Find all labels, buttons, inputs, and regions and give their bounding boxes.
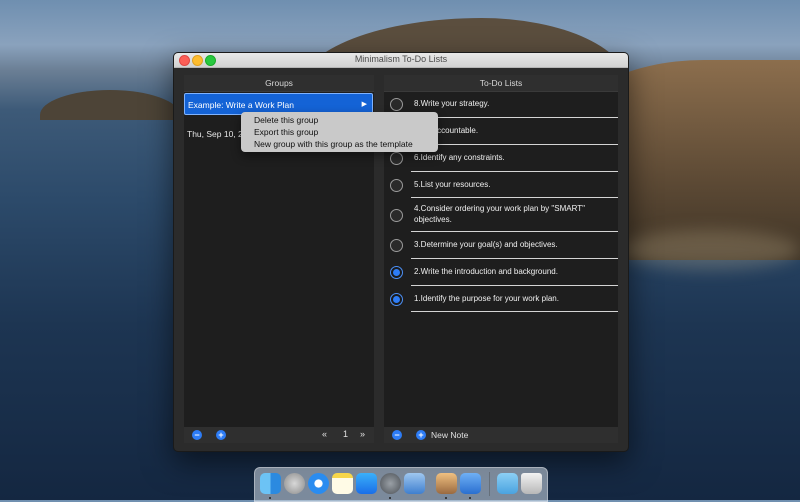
groups-header: Groups [184,75,374,92]
groups-bottom-bar: − + « 1 » [184,427,374,443]
next-page-button[interactable]: » [360,429,365,439]
checkbox-checked-icon[interactable] [390,266,403,279]
sea-glow [620,230,800,270]
add-group-button[interactable]: + [216,430,226,440]
todo-text: 6.Identify any constraints. [414,153,505,162]
checkbox-checked-icon[interactable] [390,293,403,306]
menu-item-new-group-from-template[interactable]: New group with this group as the templat… [241,138,438,150]
page-number: 1 [343,429,349,439]
dock-separator [489,472,490,496]
todo-item-done[interactable]: 2.Write the introduction and background. [384,258,618,286]
group-item-label: Example: Write a Work Plan [188,100,294,110]
todo-item[interactable]: 4.Consider ordering your work plan by "S… [384,197,618,232]
todo-text: 8.Write your strategy. [414,99,490,108]
todo-item-done[interactable]: 1.Identify the purpose for your work pla… [384,285,618,312]
checkbox-circle-icon[interactable] [390,179,403,192]
remove-note-button[interactable]: − [392,430,402,440]
running-indicator [389,497,391,499]
previous-page-button[interactable]: « [322,429,327,439]
todo-bottom-bar: − + New Note [384,427,618,443]
checkbox-circle-icon[interactable] [390,98,403,111]
preview-icon[interactable] [404,473,425,494]
remove-group-button[interactable]: − [192,430,202,440]
running-indicator [445,497,447,499]
instruments-icon[interactable] [436,473,457,494]
checkbox-circle-icon[interactable] [390,209,403,222]
title-bar[interactable]: Minimalism To-Do Lists [174,53,628,68]
todo-text: 1.Identify the purpose for your work pla… [414,294,559,303]
row-divider [411,311,618,312]
safari-icon[interactable] [308,473,329,494]
new-note-label[interactable]: New Note [431,430,468,440]
add-note-button[interactable]: + [416,430,426,440]
todo-text: 7.Be accountable. [414,126,479,135]
system-preferences-icon[interactable] [380,473,401,494]
todo-item[interactable]: 3.Determine your goal(s) and objectives. [384,231,618,259]
todo-text: 3.Determine your goal(s) and objectives. [414,240,558,249]
launchpad-icon[interactable] [284,473,305,494]
running-indicator [269,497,271,499]
todo-text: 2.Write the introduction and background. [414,267,558,276]
todo-item[interactable]: 5.List your resources. [384,171,618,198]
todo-header: To-Do Lists [384,75,618,92]
notes-icon[interactable] [332,473,353,494]
checkbox-circle-icon[interactable] [390,239,403,252]
trash-icon[interactable] [521,473,542,494]
running-indicator [469,497,471,499]
app-store-icon[interactable] [356,473,377,494]
dock [254,467,548,502]
todo-text: 4.Consider ordering your work plan by "S… [414,204,585,224]
window-title: Minimalism To-Do Lists [354,54,448,64]
xcode-icon[interactable] [460,473,481,494]
checkbox-circle-icon[interactable] [390,152,403,165]
group-context-menu: Delete this group Export this group New … [241,112,438,152]
finder-icon[interactable] [260,473,281,494]
island-left [40,90,180,120]
group-item-label: Thu, Sep 10, 20 [187,129,248,139]
menu-item-export-group[interactable]: Export this group [241,126,438,138]
menu-item-delete-group[interactable]: Delete this group [241,114,438,126]
todo-text: 5.List your resources. [414,180,491,189]
downloads-folder-icon[interactable] [497,473,518,494]
